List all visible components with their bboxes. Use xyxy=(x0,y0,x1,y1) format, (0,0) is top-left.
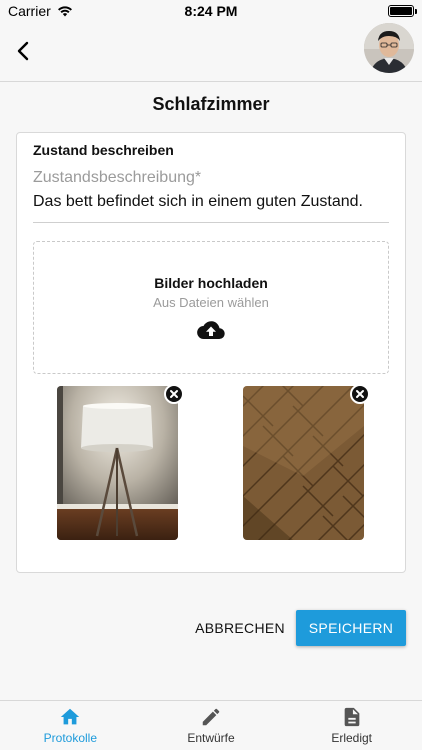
document-icon xyxy=(344,707,360,727)
tab-label: Protokolle xyxy=(43,731,98,745)
status-left: Carrier xyxy=(8,3,73,19)
photo-thumbnail[interactable] xyxy=(57,384,184,540)
back-button[interactable] xyxy=(8,36,38,66)
tab-protokolle[interactable]: Protokolle xyxy=(0,701,141,750)
upload-subtitle: Aus Dateien wählen xyxy=(153,295,269,310)
tab-erledigt[interactable]: Erledigt xyxy=(281,701,422,750)
section-label: Zustand beschreiben xyxy=(33,142,174,158)
carrier-label: Carrier xyxy=(8,3,51,19)
photo-thumbnail[interactable] xyxy=(243,384,370,540)
nav-bar xyxy=(0,22,422,82)
description-field-label: Zustandsbeschreibung* xyxy=(33,169,202,186)
status-bar: Carrier 8:24 PM xyxy=(0,0,422,22)
save-button[interactable]: SPEICHERN xyxy=(296,610,406,646)
tab-label: Erledigt xyxy=(331,731,373,745)
page-title: Schlafzimmer xyxy=(152,94,270,114)
chevron-left-icon xyxy=(17,41,29,61)
cloud-upload-icon xyxy=(197,321,225,340)
wifi-icon xyxy=(57,6,72,17)
pencil-icon xyxy=(202,708,220,726)
tab-label: Entwürfe xyxy=(187,731,235,745)
remove-photo-button[interactable] xyxy=(164,384,184,404)
description-field-value[interactable]: Das bett befindet sich in einem guten Zu… xyxy=(33,193,389,211)
upload-dropzone[interactable]: Bilder hochladen Aus Dateien wählen xyxy=(33,241,389,374)
lamp-photo xyxy=(57,386,178,540)
close-icon xyxy=(170,390,178,398)
avatar[interactable] xyxy=(364,23,414,73)
home-icon xyxy=(61,708,80,725)
condition-card: Zustand beschreiben Zustandsbeschreibung… xyxy=(16,132,406,573)
battery-icon xyxy=(388,5,417,17)
upload-title: Bilder hochladen xyxy=(154,275,268,291)
description-field[interactable]: Zustandsbeschreibung* Das bett befindet … xyxy=(33,169,389,223)
tab-entwuerfe[interactable]: Entwürfe xyxy=(141,701,282,750)
remove-photo-button[interactable] xyxy=(350,384,370,404)
parquet-photo xyxy=(243,386,364,540)
tab-bar: Protokolle Entwürfe Erledigt xyxy=(0,700,422,750)
close-icon xyxy=(356,390,364,398)
avatar-image xyxy=(364,23,414,73)
cancel-button[interactable]: ABBRECHEN xyxy=(190,610,290,646)
